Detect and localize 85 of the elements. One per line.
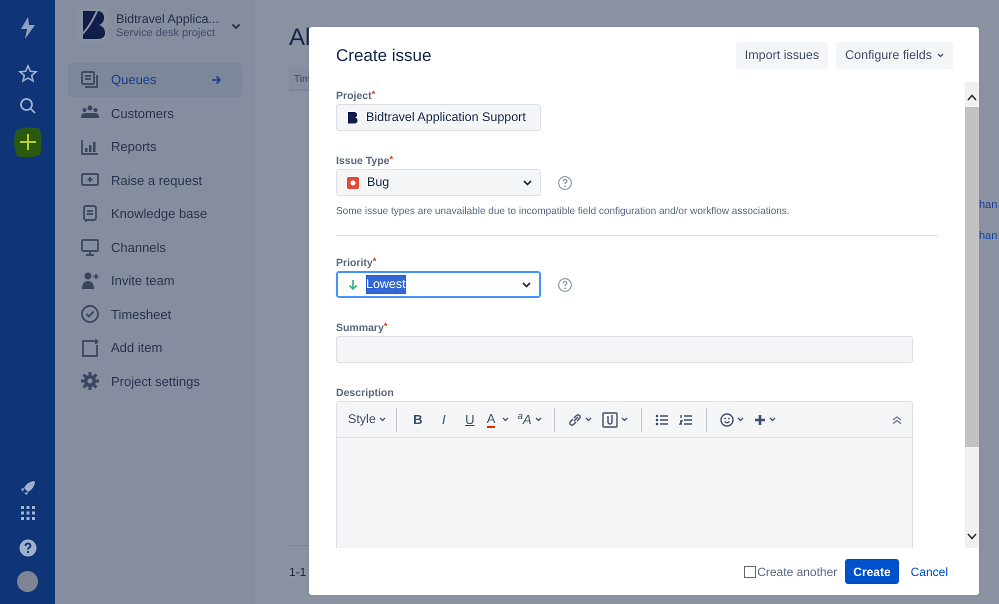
description-editor[interactable]: Style B I U A $^{a}$A [336, 401, 913, 548]
bullet-list-icon [654, 414, 669, 426]
arrow-right-icon [211, 74, 222, 85]
search-icon[interactable] [18, 97, 36, 115]
add-person-icon [80, 270, 100, 291]
help-text: Some issue types are unavailable due to incompatible field configuration and/or workflow associations. [336, 205, 791, 219]
numbered-list-icon [678, 414, 693, 426]
gear-icon [80, 371, 100, 392]
caret-icon [736, 417, 744, 422]
italic-button[interactable]: I [430, 408, 457, 432]
plus-icon[interactable] [12, 125, 44, 159]
chevron-down-icon [523, 180, 532, 186]
required-mark: * [372, 90, 376, 101]
collapse-icon[interactable] [892, 416, 902, 424]
add-item-icon [80, 338, 100, 358]
underline-button[interactable]: U [456, 408, 483, 432]
caret-icon [768, 417, 776, 422]
pagination-text: 1-1 [289, 565, 306, 579]
sidebar-item[interactable]: Raise a request [68, 164, 242, 197]
check-circle-icon [80, 304, 100, 324]
field-label: Description [336, 387, 394, 400]
sidebar-item[interactable]: Invite team [68, 264, 242, 298]
sidebar-item[interactable]: Queues [68, 63, 242, 96]
project-name: Bidtravel Applica... [116, 12, 219, 27]
field-label: Project [336, 90, 372, 103]
summary-input[interactable] [336, 336, 913, 363]
help-icon[interactable] [558, 278, 572, 292]
link-icon [568, 412, 582, 426]
caret-icon [502, 417, 510, 422]
required-mark: * [390, 155, 394, 166]
arrow-down-icon [348, 278, 358, 290]
sidebar-item[interactable]: Timesheet [68, 298, 242, 331]
page-heading: Al [289, 23, 312, 53]
select-field[interactable]: Bidtravel Application Support [336, 104, 541, 131]
scrollbar-thumb[interactable] [965, 107, 979, 447]
attachment-icon [602, 412, 618, 428]
caret-icon [584, 417, 592, 422]
import-button[interactable]: Import issues [736, 42, 828, 69]
sidebar-item[interactable]: Add item [68, 331, 242, 364]
caret-icon [534, 417, 542, 422]
dialog-title: Create issue [336, 44, 432, 67]
text-size-button[interactable]: $^{a}$A [513, 408, 546, 432]
queue-icon [80, 70, 100, 90]
project-logo-icon [347, 111, 358, 124]
chevron-down-icon [522, 282, 531, 288]
select-field[interactable]: Bug [336, 169, 541, 196]
create-button[interactable]: Create [845, 559, 899, 584]
monitor-icon [80, 237, 100, 258]
rocket-icon[interactable] [18, 479, 36, 497]
sidebar-item[interactable]: Knowledge base [68, 197, 242, 230]
style-dropdown[interactable]: Style [346, 410, 388, 429]
app-grid-icon[interactable] [20, 505, 36, 521]
smiley-icon [720, 412, 734, 426]
document-icon [80, 204, 100, 224]
text-color-button[interactable]: A [482, 408, 514, 432]
configure-fields-button[interactable]: Configure fields [836, 42, 953, 69]
caret-icon [620, 417, 628, 422]
cancel-link[interactable]: Cancel [906, 559, 952, 584]
required-mark: * [372, 257, 376, 268]
avatar[interactable] [17, 571, 38, 592]
chevron-down-icon[interactable] [230, 22, 241, 30]
star-icon[interactable] [18, 64, 38, 84]
select-field[interactable]: Lowest [336, 271, 541, 298]
bold-button[interactable]: B [404, 408, 431, 432]
field-label: Summary [336, 322, 384, 335]
project-type: Service desk project [116, 27, 216, 40]
bug-icon [347, 176, 359, 188]
sidebar-item[interactable]: Reports [68, 130, 242, 164]
link-text[interactable]: han [979, 230, 999, 243]
link-text[interactable]: han [979, 199, 999, 212]
scroll-down-icon[interactable] [967, 533, 977, 540]
create-another-checkbox[interactable]: Create another [744, 562, 838, 580]
chevron-down-icon [937, 53, 944, 58]
field-label: Priority [336, 257, 373, 270]
scrollbar[interactable] [965, 82, 979, 548]
sidebar-item[interactable]: Project settings [68, 364, 242, 398]
help-icon[interactable] [558, 176, 572, 190]
sidebar-item[interactable]: Customers [68, 96, 242, 130]
caret-icon [378, 417, 386, 422]
scroll-up-icon[interactable] [967, 94, 977, 101]
required-mark: * [384, 322, 388, 331]
plus-icon [754, 414, 766, 426]
field-label: Issue Type [336, 155, 390, 168]
help-icon[interactable] [18, 539, 36, 557]
sidebar-item[interactable]: Channels [68, 230, 242, 264]
